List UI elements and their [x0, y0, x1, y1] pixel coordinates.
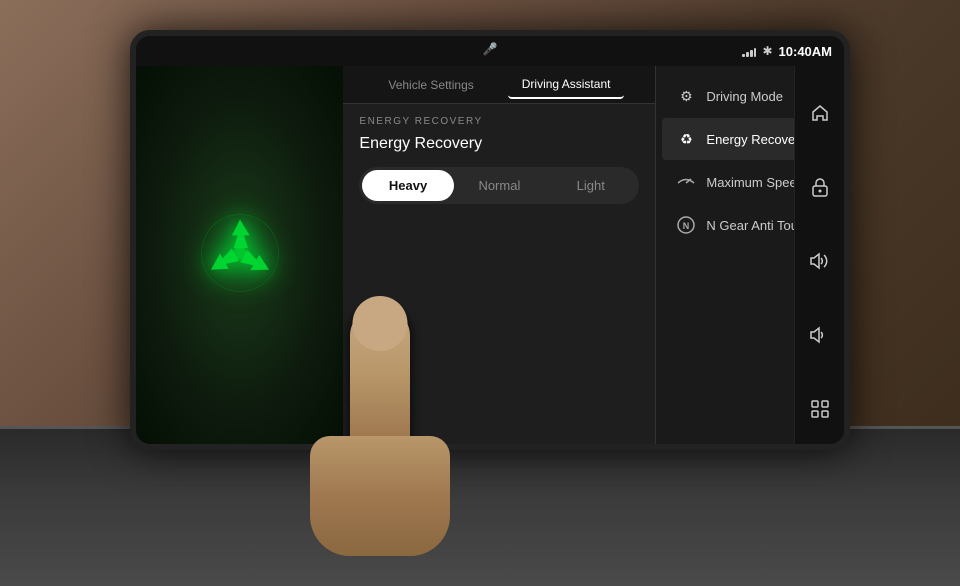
main-content: Vehicle Settings Driving Assistant ENERG… — [136, 66, 844, 444]
center-mic-icon: 🎤 — [483, 42, 498, 56]
right-sidebar — [794, 66, 844, 450]
time-display: 10:40AM — [779, 44, 832, 59]
section-label: ENERGY RECOVERY — [359, 116, 639, 127]
left-decorative-panel — [136, 66, 343, 444]
toggle-light[interactable]: Light — [545, 170, 636, 201]
n-gear-icon: N — [676, 215, 696, 235]
driving-mode-icon: ⚙ — [676, 86, 696, 106]
volume-up-button[interactable] — [802, 243, 838, 279]
tab-vehicle-settings[interactable]: Vehicle Settings — [374, 72, 487, 98]
status-icons: ✱ 10:40AM — [742, 44, 832, 59]
settings-content: ENERGY RECOVERY Energy Recovery Heavy No… — [343, 104, 655, 444]
grid-menu-button[interactable] — [802, 391, 838, 427]
toggle-heavy[interactable]: Heavy — [362, 170, 453, 201]
recycle-svg-icon — [200, 213, 280, 293]
setting-title: Energy Recovery — [359, 135, 639, 153]
bluetooth-icon: ✱ — [762, 44, 772, 58]
energy-recovery-toggle-group: Heavy Normal Light — [359, 167, 639, 204]
toggle-normal[interactable]: Normal — [454, 170, 545, 201]
svg-text:N: N — [683, 221, 690, 231]
tab-driving-assistant[interactable]: Driving Assistant — [508, 71, 625, 99]
center-settings-panel: Vehicle Settings Driving Assistant ENERG… — [343, 66, 655, 444]
status-bar: 🎤 ✱ 10:40AM — [136, 36, 844, 66]
dashboard-bezel — [0, 426, 960, 586]
tabs-bar: Vehicle Settings Driving Assistant — [343, 66, 655, 104]
home-button[interactable] — [802, 95, 838, 131]
recycle-animation — [200, 213, 280, 298]
signal-icon — [742, 45, 756, 57]
maximum-speed-icon — [676, 172, 696, 192]
lock-button[interactable] — [802, 169, 838, 205]
volume-down-button[interactable] — [802, 317, 838, 353]
car-screen: 🎤 ✱ 10:40AM — [130, 30, 850, 450]
energy-recovery-icon: ♻ — [676, 129, 696, 149]
